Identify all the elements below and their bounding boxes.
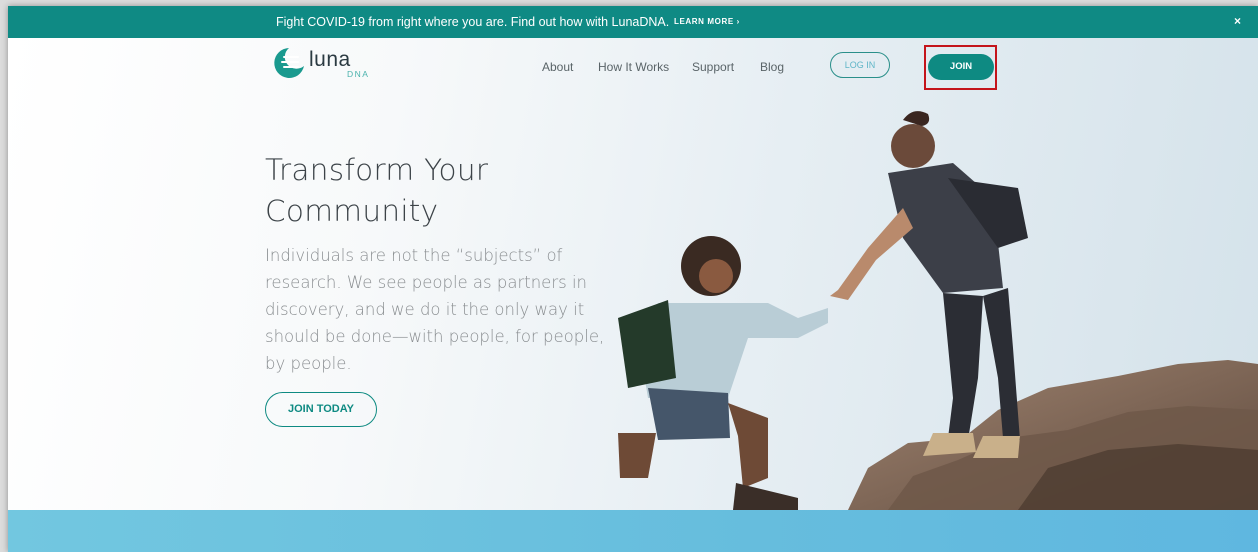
hero-headline: Transform Your Community — [265, 150, 585, 232]
hero-body-text: Individuals are not the “subjects” of re… — [265, 246, 605, 373]
banner-message: Fight COVID-19 from right where you are.… — [276, 15, 670, 29]
climber-right — [830, 111, 1028, 458]
logo-subtext: DNA — [347, 69, 370, 79]
hero-photo — [618, 111, 1258, 510]
nav-blog[interactable]: Blog — [760, 60, 784, 74]
nav-support[interactable]: Support — [692, 60, 734, 74]
logo-wordmark: luna — [309, 48, 351, 71]
join-today-button[interactable]: JOIN TODAY — [265, 392, 377, 427]
browser-viewport: Fight COVID-19 from right where you are.… — [8, 6, 1258, 552]
nav-about[interactable]: About — [542, 60, 573, 74]
next-section-strip — [8, 510, 1258, 552]
headline-line-1: Transform Your — [265, 153, 489, 187]
headline-line-2: Community — [265, 194, 439, 228]
luna-dna-logo[interactable]: luna DNA — [272, 44, 382, 84]
login-button[interactable]: LOG IN — [830, 52, 890, 78]
luna-logo-icon — [274, 48, 304, 78]
join-highlight-box — [924, 45, 997, 90]
nav-how-it-works[interactable]: How It Works — [598, 60, 669, 74]
covid-banner: Fight COVID-19 from right where you are.… — [8, 6, 1258, 38]
learn-more-link[interactable]: LEARN MORE › — [674, 17, 740, 26]
climber-left — [618, 236, 828, 510]
hero-section: luna DNA About How It Works Support Blog… — [8, 38, 1258, 510]
banner-close-icon[interactable]: × — [1234, 14, 1241, 28]
